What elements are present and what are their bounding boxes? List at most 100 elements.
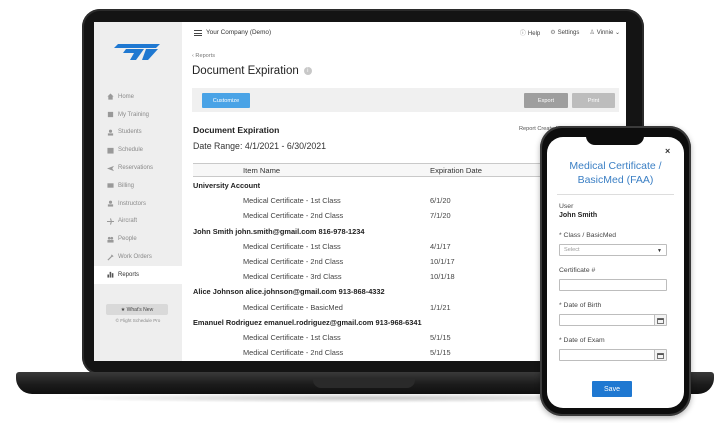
help-label: Help (527, 31, 541, 37)
phone-notch (586, 134, 644, 145)
item-name-cell: Medical Certificate - 2nd Class (243, 211, 344, 221)
sidebar-item-label: People (118, 236, 137, 243)
print-button[interactable]: Print (572, 93, 615, 108)
laptop-notch (313, 379, 415, 388)
breadcrumb[interactable]: ‹ Reports (192, 53, 215, 59)
gear-icon: ⚙ (550, 30, 556, 36)
top-right-menu: ⓘ Help ⚙ Settings ♙ Vinnie ⌄ (520, 28, 620, 37)
sidebar-item-label: Instructors (118, 200, 147, 207)
sidebar-item-label: Billing (118, 182, 135, 189)
column-header-item-name: Item Name (243, 166, 281, 175)
settings-label: Settings (557, 30, 580, 36)
group-name: University Account (193, 181, 261, 190)
sidebar-item-schedule[interactable]: Schedule (94, 141, 182, 159)
home-icon (106, 93, 114, 101)
sidebar-item-work-orders[interactable]: Work Orders (94, 248, 182, 266)
sidebar-item-students[interactable]: Students (94, 124, 182, 142)
work-orders-icon (106, 253, 114, 261)
sidebar-item-reservations[interactable]: Reservations (94, 159, 182, 177)
sidebar-item-label: Work Orders (118, 254, 152, 261)
column-header-expiration-date: Expiration Date (430, 166, 482, 175)
sidebar-item-reports[interactable]: Reports (94, 265, 182, 284)
sidebar-item-label: Students (118, 129, 142, 136)
user-name: Vinnie (596, 30, 614, 36)
students-icon (106, 128, 114, 136)
expiration-date-cell: 7/1/20 (430, 211, 451, 221)
save-button[interactable]: Save (592, 381, 632, 397)
item-name-cell: Medical Certificate - 3rd Class (243, 272, 342, 282)
billing-icon (106, 182, 114, 190)
group-name: Emanuel Rodriguez emanuel.rodriguez@gmai… (193, 317, 422, 327)
item-name-cell: Medical Certificate - BasicMed (243, 302, 343, 312)
report-title: Document Expiration (193, 125, 280, 135)
page-title: Document Expiration i (192, 65, 312, 77)
settings-link[interactable]: ⚙ Settings (550, 29, 579, 36)
instructors-icon (106, 200, 114, 208)
expiration-date-cell: 10/1/18 (430, 272, 455, 282)
sidebar: Home My Training Students Schedule Reservati… (94, 22, 182, 361)
info-icon[interactable]: i (303, 67, 312, 75)
dob-input[interactable] (559, 314, 667, 326)
phone-screen: × Medical Certificate / BasicMed (FAA) U… (547, 137, 684, 408)
certificate-input[interactable] (559, 279, 667, 291)
user-label: User (559, 203, 574, 210)
sidebar-item-home[interactable]: Home (94, 88, 182, 106)
item-name-cell: Medical Certificate - 2nd Class (243, 348, 344, 358)
sidebar-item-my-training[interactable]: My Training (94, 106, 182, 124)
help-link[interactable]: ⓘ Help (520, 28, 540, 37)
close-icon[interactable]: × (665, 146, 670, 156)
expiration-date-cell: 5/1/15 (430, 348, 451, 358)
group-name: John Smith john.smith@gmail.com 816-978-… (193, 226, 365, 236)
reports-icon (106, 271, 114, 279)
user-menu[interactable]: ♙ Vinnie ⌄ (589, 29, 620, 36)
chevron-down-icon: ⌄ (614, 30, 620, 36)
user-value: John Smith (559, 212, 598, 219)
sidebar-item-aircraft[interactable]: Aircraft (94, 213, 182, 231)
report-date-range: Date Range: 4/1/2021 - 6/30/2021 (193, 141, 327, 151)
modal-title: Medical Certificate / BasicMed (FAA) (547, 159, 684, 187)
company-name[interactable]: Your Company (Demo) (206, 29, 271, 36)
sidebar-item-billing[interactable]: Billing (94, 177, 182, 195)
caret-down-icon: ▼ (657, 248, 662, 254)
page-title-text: Document Expiration (192, 65, 299, 77)
modal-title-line-2: BasicMed (FAA) (577, 174, 654, 186)
expiration-date-cell: 4/1/17 (430, 241, 451, 251)
user-icon: ♙ (589, 30, 595, 36)
certificate-label: Certificate # (559, 267, 596, 274)
sidebar-item-label: Aircraft (118, 218, 138, 225)
hamburger-menu-icon[interactable] (194, 30, 202, 36)
whats-new-button[interactable]: ★ What's New (106, 304, 168, 315)
item-name-cell: Medical Certificate - 1st Class (243, 241, 341, 251)
expiration-date-cell: 1/1/21 (430, 302, 451, 312)
expiration-date-cell: 6/1/20 (430, 196, 451, 206)
modal-divider (557, 194, 674, 195)
sidebar-item-label: Schedule (118, 147, 144, 154)
calendar-icon[interactable] (654, 315, 666, 325)
company-logo[interactable] (114, 44, 160, 60)
group-name: Alice Johnson alice.johnson@gmail.com 91… (193, 287, 385, 297)
help-icon: ⓘ (519, 31, 526, 37)
sidebar-item-label: Home (118, 93, 135, 100)
item-name-cell: Medical Certificate - 1st Class (243, 332, 341, 342)
customize-button[interactable]: Customize (202, 93, 250, 108)
sidebar-item-people[interactable]: People (94, 230, 182, 248)
class-select[interactable]: Select ▼ (559, 244, 667, 256)
sidebar-item-instructors[interactable]: Instructors (94, 195, 182, 213)
class-label: * Class / BasicMed (559, 232, 617, 239)
modal-title-line-1: Medical Certificate / (569, 160, 662, 172)
export-button[interactable]: Export (524, 93, 568, 108)
exam-date-label: * Date of Exam (559, 337, 605, 344)
exam-date-input[interactable] (559, 349, 667, 361)
calendar-icon[interactable] (654, 350, 666, 360)
dob-label: * Date of Birth (559, 302, 602, 309)
reservations-icon (106, 164, 114, 172)
sidebar-item-label: My Training (118, 111, 150, 118)
top-bar: Your Company (Demo) ⓘ Help ⚙ Settings ♙ Vin… (182, 22, 626, 44)
sidebar-nav: Home My Training Students Schedule Reservati… (94, 88, 182, 284)
sidebar-item-label: Reservations (118, 165, 154, 172)
aircraft-icon (106, 217, 114, 225)
training-icon (106, 111, 114, 119)
people-icon (106, 235, 114, 243)
expiration-date-cell: 5/1/15 (430, 332, 451, 342)
class-select-placeholder: Select (564, 247, 580, 253)
